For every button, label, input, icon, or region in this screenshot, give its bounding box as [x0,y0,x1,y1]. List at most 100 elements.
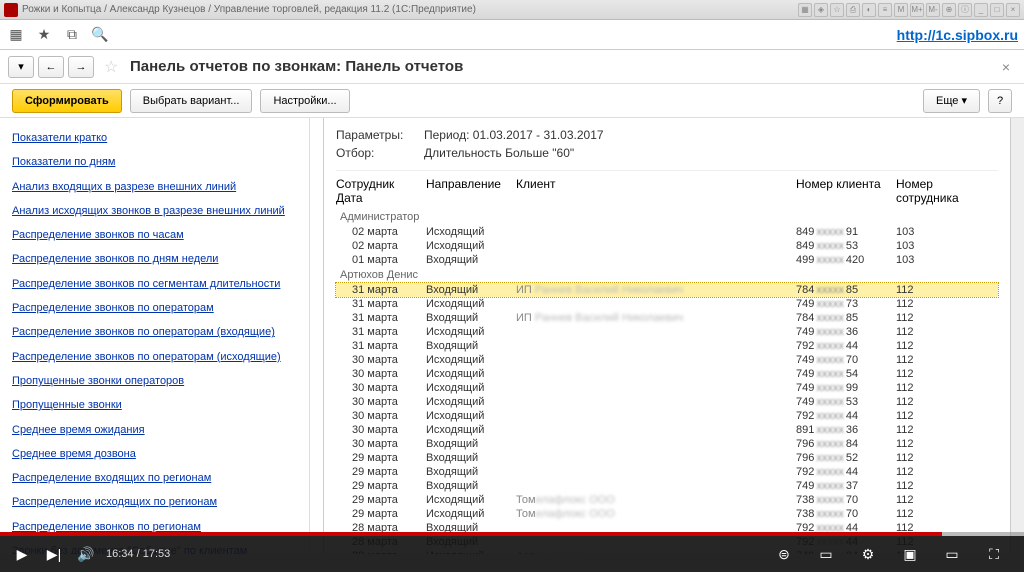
report-link[interactable]: Среднее время дозвона [12,442,297,466]
data-row[interactable]: 30 мартаИсходящий749xxxxx54112 [336,367,998,381]
volume-button[interactable]: 🔊 [74,542,98,566]
theater-button[interactable]: ▭ [940,542,964,566]
window-controls: ▦ ◈ ☆ ⎙ ◐ ≡ M M+ M- ⊕ ⓘ _ □ × [798,3,1020,17]
titlebar-button[interactable]: ⓘ [958,3,972,17]
data-row[interactable]: 29 мартаВходящий749xxxxx37112 [336,479,998,493]
help-button[interactable]: ? [988,89,1012,113]
titlebar-button[interactable]: ≡ [878,3,892,17]
close-page-button[interactable]: × [996,59,1016,75]
window-titlebar: Рожки и Копытца / Александр Кузнецов / У… [0,0,1024,20]
more-button[interactable]: Еще ▾ [923,89,980,113]
filter-value: Длительность Больше "60" [424,146,574,160]
video-controls: ▶ ▶| 🔊 16:34 / 17:53 ⊜ ▭ ⚙ ▣ ▭ ⛶ [0,536,1024,572]
col-client: Клиент [516,177,796,205]
data-row[interactable]: 31 мартаВходящийИП Раннев Василий Никола… [336,283,998,297]
vertical-scrollbar[interactable] [1010,118,1024,554]
col-direction: Направление [426,177,516,205]
report-link[interactable]: Анализ входящих в разрезе внешних линий [12,175,297,199]
titlebar-button[interactable]: ☆ [830,3,844,17]
tree-gutter [310,118,324,554]
report-link[interactable]: Показатели по дням [12,150,297,174]
report-link[interactable]: Распределение звонков по операторам [12,296,297,320]
data-row[interactable]: 30 мартаИсходящий891xxxxx36112 [336,423,998,437]
data-row[interactable]: 29 мартаВходящий792xxxxx44112 [336,465,998,479]
report-output: Параметры: Период: 01.03.2017 - 31.03.20… [324,118,1010,554]
report-link[interactable]: Анализ исходящих звонков в разрезе внешн… [12,199,297,223]
report-link[interactable]: Распределение звонков по сегментам длите… [12,272,297,296]
report-link[interactable]: Пропущенные звонки [12,393,297,417]
report-link[interactable]: Распределение звонков по операторам (исх… [12,345,297,369]
favorite-star-icon[interactable]: ☆ [104,57,124,77]
history-icon[interactable]: ⧉ [62,25,82,45]
generate-button[interactable]: Сформировать [12,89,122,113]
settings-gear-icon[interactable]: ⚙ [856,542,880,566]
data-row[interactable]: 02 мартаИсходящий849xxxxx91103 [336,225,998,239]
data-row[interactable]: 30 мартаИсходящий792xxxxx44112 [336,409,998,423]
reports-sidebar: Показатели краткоПоказатели по днямАнали… [0,118,310,554]
report-link[interactable]: Распределение звонков по часам [12,223,297,247]
report-link[interactable]: Распределение звонков по дням недели [12,247,297,271]
data-row[interactable]: 30 мартаВходящий796xxxxx84112 [336,437,998,451]
video-time: 16:34 / 17:53 [106,548,170,560]
titlebar-button[interactable]: M [894,3,908,17]
maximize-button[interactable]: □ [990,3,1004,17]
report-link[interactable]: Распределение исходящих по регионам [12,490,297,514]
titlebar-button[interactable]: ◐ [862,3,876,17]
choose-variant-button[interactable]: Выбрать вариант... [130,89,253,113]
data-row[interactable]: 30 мартаИсходящий749xxxxx53112 [336,395,998,409]
external-link[interactable]: http://1c.sipbox.ru [897,27,1018,43]
data-row[interactable]: 29 мартаИсходящийТомилафлокс ООО738xxxxx… [336,493,998,507]
report-link[interactable]: Среднее время ожидания [12,418,297,442]
col-empnum: Номер сотрудника [896,177,986,205]
params-period: Период: 01.03.2017 - 31.03.2017 [424,128,604,142]
report-link[interactable]: Распределение звонков по операторам (вхо… [12,320,297,344]
action-bar: Сформировать Выбрать вариант... Настройк… [0,84,1024,118]
column-headers: СотрудникДата Направление Клиент Номер к… [336,170,998,209]
next-button[interactable]: ▶| [42,542,66,566]
data-row[interactable]: 31 мартаВходящий792xxxxx44112 [336,339,998,353]
report-link[interactable]: Пропущенные звонки операторов [12,369,297,393]
miniplayer-button[interactable]: ▣ [898,542,922,566]
apps-icon[interactable]: ▦ [6,25,26,45]
data-row[interactable]: 29 мартаИсходящийТомилафлокс ООО738xxxxx… [336,507,998,521]
data-row[interactable]: 31 мартаИсходящий749xxxxx73112 [336,297,998,311]
titlebar-button[interactable]: ⊕ [942,3,956,17]
titlebar-button[interactable]: ◈ [814,3,828,17]
titlebar-button[interactable]: M- [926,3,940,17]
autoplay-toggle[interactable]: ⊜ [772,542,796,566]
data-row[interactable]: 30 мартаИсходящий749xxxxx99112 [336,381,998,395]
titlebar-button[interactable]: ▦ [798,3,812,17]
report-parameters: Параметры: Период: 01.03.2017 - 31.03.20… [336,126,998,162]
group-header[interactable]: Артюхов Денис [336,267,998,283]
titlebar-button[interactable]: ⎙ [846,3,860,17]
data-row[interactable]: 30 мартаИсходящий749xxxxx70112 [336,353,998,367]
col-employee: СотрудникДата [336,177,426,205]
page-title: Панель отчетов по звонкам: Панель отчето… [130,58,463,75]
params-label: Параметры: [336,128,416,142]
settings-button[interactable]: Настройки... [260,89,349,113]
titlebar-button[interactable]: M+ [910,3,924,17]
data-row[interactable]: 31 мартаВходящийИП Раннев Василий Никола… [336,311,998,325]
group-header[interactable]: Администратор [336,209,998,225]
app-icon [4,3,18,17]
captions-button[interactable]: ▭ [814,542,838,566]
data-row[interactable]: 02 мартаИсходящий849xxxxx53103 [336,239,998,253]
nav-back-button[interactable]: ← [38,56,64,78]
play-button[interactable]: ▶ [10,542,34,566]
content-area: Показатели краткоПоказатели по днямАнали… [0,118,1024,554]
data-rows: Администратор02 мартаИсходящий849xxxxx91… [336,209,998,554]
search-icon[interactable]: 🔍 [90,25,110,45]
favorites-icon[interactable]: ★ [34,25,54,45]
main-toolbar: ▦ ★ ⧉ 🔍 http://1c.sipbox.ru [0,20,1024,50]
filter-label: Отбор: [336,146,416,160]
nav-dropdown-button[interactable]: ▾ [8,56,34,78]
data-row[interactable]: 31 мартаИсходящий749xxxxx36112 [336,325,998,339]
report-link[interactable]: Распределение входящих по регионам [12,466,297,490]
close-button[interactable]: × [1006,3,1020,17]
report-link[interactable]: Показатели кратко [12,126,297,150]
nav-forward-button[interactable]: → [68,56,94,78]
minimize-button[interactable]: _ [974,3,988,17]
data-row[interactable]: 01 мартаВходящий499xxxxx420103 [336,253,998,267]
fullscreen-button[interactable]: ⛶ [982,542,1006,566]
data-row[interactable]: 29 мартаВходящий796xxxxx52112 [336,451,998,465]
